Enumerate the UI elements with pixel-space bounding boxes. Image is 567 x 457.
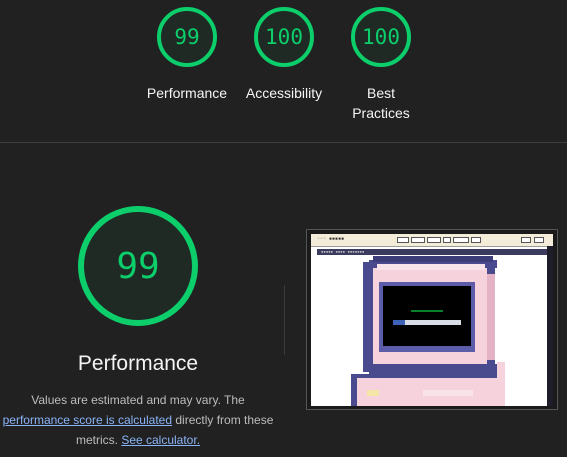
performance-gauge: 99 [78, 206, 198, 326]
gauge-accessibility[interactable]: 100 Accessibility [234, 7, 334, 103]
gauge-label: Performance [146, 85, 228, 101]
section-divider [0, 142, 567, 143]
performance-description: Values are estimated and may vary. The p… [0, 390, 276, 450]
gauge-performance[interactable]: 99 Performance [137, 7, 237, 103]
gauge-score: 100 [265, 25, 303, 49]
final-screenshot[interactable]: ◦◦◦ ▪▪▪▪▪ ▪▪▪▪▪ ▪▪▪▪ ▪▪▪▪▪▪▪ [306, 229, 558, 410]
gauge-ring: 100 [254, 7, 314, 67]
category-gauges: 99 Performance 100 Accessibility 100 Bes… [0, 0, 567, 142]
gauge-score: 99 [174, 25, 200, 49]
performance-title: Performance [77, 352, 199, 375]
gauge-label: Best Practices [352, 85, 410, 121]
gauge-ring: 99 [157, 7, 217, 67]
screenshot-page: ◦◦◦ ▪▪▪▪▪ ▪▪▪▪▪ ▪▪▪▪ ▪▪▪▪▪▪▪ [311, 234, 553, 406]
gauge-score: 100 [362, 25, 400, 49]
performance-score: 99 [116, 245, 160, 287]
description-text: Values are estimated and may vary. The [31, 393, 245, 407]
score-calculated-link[interactable]: performance score is calculated [3, 413, 172, 427]
gauge-ring: 100 [351, 7, 411, 67]
retro-computer-icon [351, 256, 505, 406]
gauge-label: Accessibility [245, 85, 323, 101]
see-calculator-link[interactable]: See calculator. [121, 433, 200, 447]
gauge-best-practices[interactable]: 100 Best Practices [331, 7, 431, 123]
vertical-separator [284, 285, 285, 355]
